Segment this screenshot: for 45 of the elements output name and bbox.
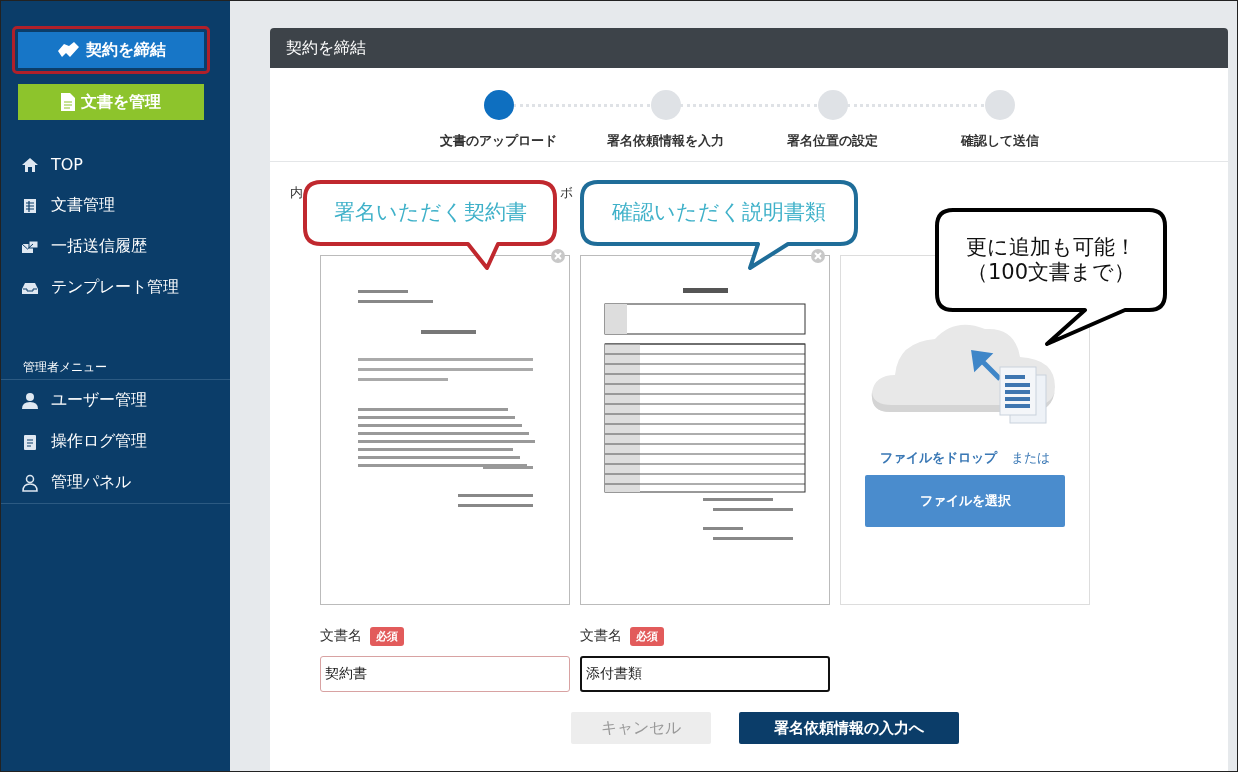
step-label: 署名依頼情報を入力 (607, 132, 724, 150)
sidebar-item-label: テンプレート管理 (51, 277, 179, 298)
document-name-field[interactable]: 添付書類 (580, 656, 830, 692)
sidebar-item-label: TOP (51, 155, 83, 174)
sidebar-item-label: 管理パネル (51, 472, 131, 493)
sidebar-item[interactable]: テンプレート管理 (1, 267, 230, 308)
sidebar-item[interactable]: 操作ログ管理 (1, 421, 230, 462)
drop-text: ファイルをドロップ (880, 449, 997, 467)
field-label: 文書名 (580, 627, 622, 645)
person-icon (21, 473, 39, 492)
close-icon[interactable] (810, 248, 826, 264)
sidebar-item-label: ユーザー管理 (51, 390, 147, 411)
tooltip-text: 確認いただく説明書類 (612, 200, 826, 226)
step-label: 署名位置の設定 (787, 132, 878, 150)
sidebar-item[interactable]: 一括送信履歴 (1, 226, 230, 267)
sidebar-item-label: 一括送信履歴 (51, 236, 147, 257)
required-badge: 必須 (630, 626, 664, 646)
sidebar-item[interactable]: ユーザー管理 (1, 380, 230, 421)
contract-button[interactable]: 契約を締結 (12, 26, 210, 74)
instruction-text: 内 (290, 184, 303, 202)
tooltip-text: （100文書まで） (966, 260, 1136, 286)
home-icon (21, 155, 39, 174)
step-label: 文書のアップロード (440, 132, 557, 150)
document-name-field[interactable]: 契約書 (320, 656, 570, 692)
notepad-icon (21, 432, 39, 451)
sidebar-item[interactable]: 文書管理 (1, 185, 230, 226)
user-icon (21, 391, 39, 410)
close-icon[interactable] (550, 248, 566, 264)
table-icon (21, 196, 39, 215)
tooltip-text: 署名いただく契約書 (333, 200, 527, 226)
field-label: 文書名 (320, 627, 362, 645)
document-icon (61, 93, 75, 111)
sidebar-item[interactable]: TOP (1, 144, 230, 185)
step-label: 確認して送信 (960, 132, 1039, 150)
select-file-button[interactable]: ファイルを選択 (865, 475, 1065, 527)
tooltip-text: 更に追加も可能！ (966, 234, 1136, 260)
instruction-text: ボ (560, 184, 573, 202)
sidebar-item-label: 文書管理 (51, 195, 115, 216)
sidebar-item[interactable]: 管理パネル (1, 462, 230, 503)
next-button[interactable]: 署名依頼情報の入力へ (739, 712, 959, 744)
or-text: または (1011, 449, 1050, 467)
required-badge: 必須 (370, 626, 404, 646)
panel-header: 契約を締結 (270, 28, 1228, 68)
sidebar-item-label: 操作ログ管理 (51, 431, 147, 452)
section-title: 管理者メニュー (23, 359, 108, 376)
